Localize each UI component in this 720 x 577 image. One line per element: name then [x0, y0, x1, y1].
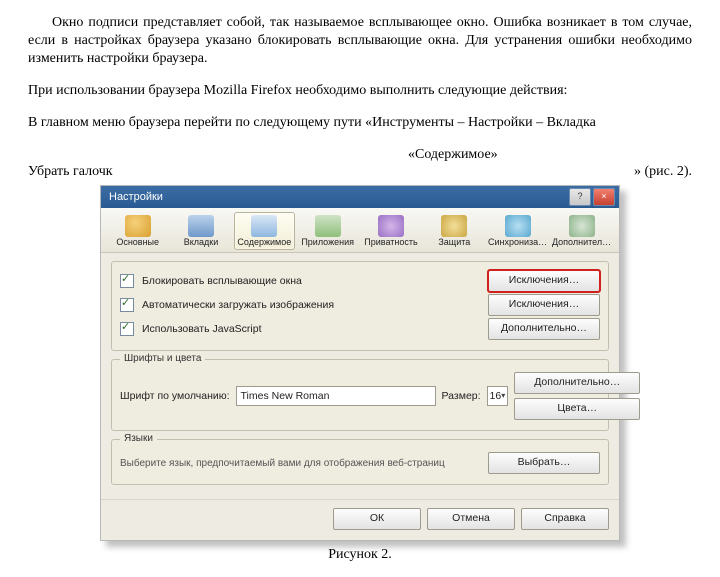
- label-block-popups: Блокировать всплывающие окна: [142, 275, 302, 287]
- popup-group: Блокировать всплывающие окна Исключения……: [111, 261, 609, 351]
- gear-icon: [125, 215, 151, 237]
- window-title: Настройки: [109, 191, 163, 203]
- apps-icon: [315, 215, 341, 237]
- settings-window: Настройки ? × Основные Вкладки Содержимо…: [100, 185, 620, 541]
- fonts-legend: Шрифты и цвета: [120, 353, 205, 364]
- font-size-label: Размер:: [442, 390, 481, 402]
- languages-group: Языки Выберите язык, предпочитаемый вами…: [111, 439, 609, 485]
- languages-legend: Языки: [120, 433, 157, 444]
- line-split: «Содержимое»: [28, 146, 692, 164]
- tab-tabs[interactable]: Вкладки: [170, 212, 231, 250]
- tab-privacy[interactable]: Приватность: [360, 212, 421, 250]
- exceptions-button-highlighted[interactable]: Исключения…: [488, 270, 600, 292]
- chevron-down-icon: ▾: [501, 387, 505, 405]
- figure-caption: Рисунок 2.: [0, 547, 720, 563]
- paragraph-3: В главном меню браузера перейти по следу…: [28, 114, 692, 132]
- colors-button[interactable]: Цвета…: [514, 398, 640, 420]
- titlebar: Настройки ? ×: [101, 186, 619, 208]
- document-icon: [251, 215, 277, 237]
- dialog-footer: ОК Отмена Справка: [101, 499, 619, 540]
- fonts-advanced-button[interactable]: Дополнительно…: [514, 372, 640, 394]
- help-titlebar-button[interactable]: ?: [569, 188, 591, 206]
- font-size-select[interactable]: 16▾: [487, 386, 509, 406]
- choose-language-button[interactable]: Выбрать…: [488, 452, 600, 474]
- paragraph-1: Окно подписи представляет собой, так наз…: [28, 14, 692, 68]
- tab-sync[interactable]: Синхронизация: [487, 212, 549, 250]
- tab-advanced[interactable]: Дополнительные: [551, 212, 613, 250]
- languages-hint: Выберите язык, предпочитаемый вами для о…: [120, 458, 482, 469]
- cancel-button[interactable]: Отмена: [427, 508, 515, 530]
- tab-apps[interactable]: Приложения: [297, 212, 358, 250]
- exceptions-button[interactable]: Исключения…: [488, 294, 600, 316]
- paragraph-4: Убрать галочк » (рис. 2).: [28, 163, 692, 181]
- tab-security[interactable]: Защита: [424, 212, 485, 250]
- fonts-group: Шрифты и цвета Шрифт по умолчанию: Times…: [111, 359, 609, 431]
- close-icon[interactable]: ×: [593, 188, 615, 206]
- lock-icon: [441, 215, 467, 237]
- checkbox-load-images[interactable]: [120, 298, 134, 312]
- label-enable-js: Использовать JavaScript: [142, 323, 262, 335]
- label-load-images: Автоматически загружать изображения: [142, 299, 334, 311]
- default-font-select[interactable]: Times New Roman: [236, 386, 436, 406]
- advanced-js-button[interactable]: Дополнительно…: [488, 318, 600, 340]
- tab-main[interactable]: Основные: [107, 212, 168, 250]
- checkbox-block-popups[interactable]: [120, 274, 134, 288]
- category-toolbar: Основные Вкладки Содержимое Приложения П…: [101, 208, 619, 253]
- help-button[interactable]: Справка: [521, 508, 609, 530]
- paragraph-2: При использовании браузера Mozilla Firef…: [28, 82, 692, 100]
- ok-button[interactable]: ОК: [333, 508, 421, 530]
- checkbox-enable-js[interactable]: [120, 322, 134, 336]
- default-font-label: Шрифт по умолчанию:: [120, 390, 230, 402]
- cog-icon: [569, 215, 595, 237]
- mask-icon: [378, 215, 404, 237]
- tab-content[interactable]: Содержимое: [234, 212, 295, 250]
- tabs-icon: [188, 215, 214, 237]
- sync-icon: [505, 215, 531, 237]
